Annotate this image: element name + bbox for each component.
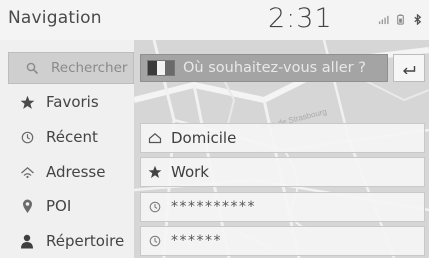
- sidebar-item-favoris[interactable]: Favoris: [4, 86, 132, 118]
- back-button[interactable]: [393, 54, 425, 82]
- clock: 2:31: [268, 3, 333, 34]
- page-title: Navigation: [8, 8, 102, 28]
- sidebar-item-recent[interactable]: Récent: [4, 121, 132, 153]
- sidebar-item-poi[interactable]: POI: [4, 190, 132, 222]
- sidebar-item-repertoire[interactable]: Répertoire: [4, 225, 132, 257]
- battery-icon: [397, 14, 404, 25]
- sidebar-item-adresse[interactable]: Adresse: [4, 156, 132, 188]
- result-item-domicile[interactable]: Domicile: [140, 123, 425, 153]
- country-flag-icon[interactable]: [147, 60, 175, 76]
- sidebar: Rechercher Favoris Récent Adresse POI Ré…: [0, 40, 134, 258]
- result-item-work[interactable]: Work: [140, 157, 425, 187]
- pin-icon: [14, 199, 40, 214]
- result-label: Work: [171, 163, 209, 181]
- destination-search-input[interactable]: Où souhaitez-vous aller ?: [140, 54, 388, 82]
- navigation-screen: Navigation 2:31 Rue de Strasbourg Recher…: [0, 0, 429, 258]
- status-icons: [378, 14, 423, 25]
- sidebar-item-label: Répertoire: [46, 232, 125, 250]
- search-placeholder: Où souhaitez-vous aller ?: [183, 60, 366, 76]
- result-label: ******: [171, 233, 222, 249]
- clock-icon: [147, 235, 163, 247]
- back-arrow-icon: [403, 66, 416, 74]
- bluetooth-icon: [414, 14, 422, 25]
- sidebar-item-label: Récent: [46, 128, 98, 146]
- header-bar: Navigation 2:31: [0, 0, 429, 40]
- clock-icon: [14, 131, 40, 144]
- address-icon: [14, 166, 40, 179]
- sidebar-item-label: POI: [46, 197, 72, 215]
- result-label: **********: [171, 199, 256, 215]
- star-icon: [14, 95, 40, 110]
- clock-icon: [147, 201, 163, 213]
- sidebar-item-rechercher[interactable]: Rechercher: [8, 52, 134, 84]
- sidebar-item-label: Favoris: [46, 93, 99, 111]
- search-icon: [19, 62, 45, 75]
- person-icon: [14, 234, 40, 249]
- result-item-recent-2[interactable]: ******: [140, 226, 425, 256]
- signal-icon: [378, 15, 389, 25]
- home-icon: [147, 132, 163, 144]
- sidebar-item-label: Adresse: [46, 163, 106, 181]
- result-item-recent-1[interactable]: **********: [140, 192, 425, 222]
- result-label: Domicile: [171, 129, 237, 147]
- star-icon: [147, 165, 163, 179]
- sidebar-item-label: Rechercher: [51, 60, 128, 76]
